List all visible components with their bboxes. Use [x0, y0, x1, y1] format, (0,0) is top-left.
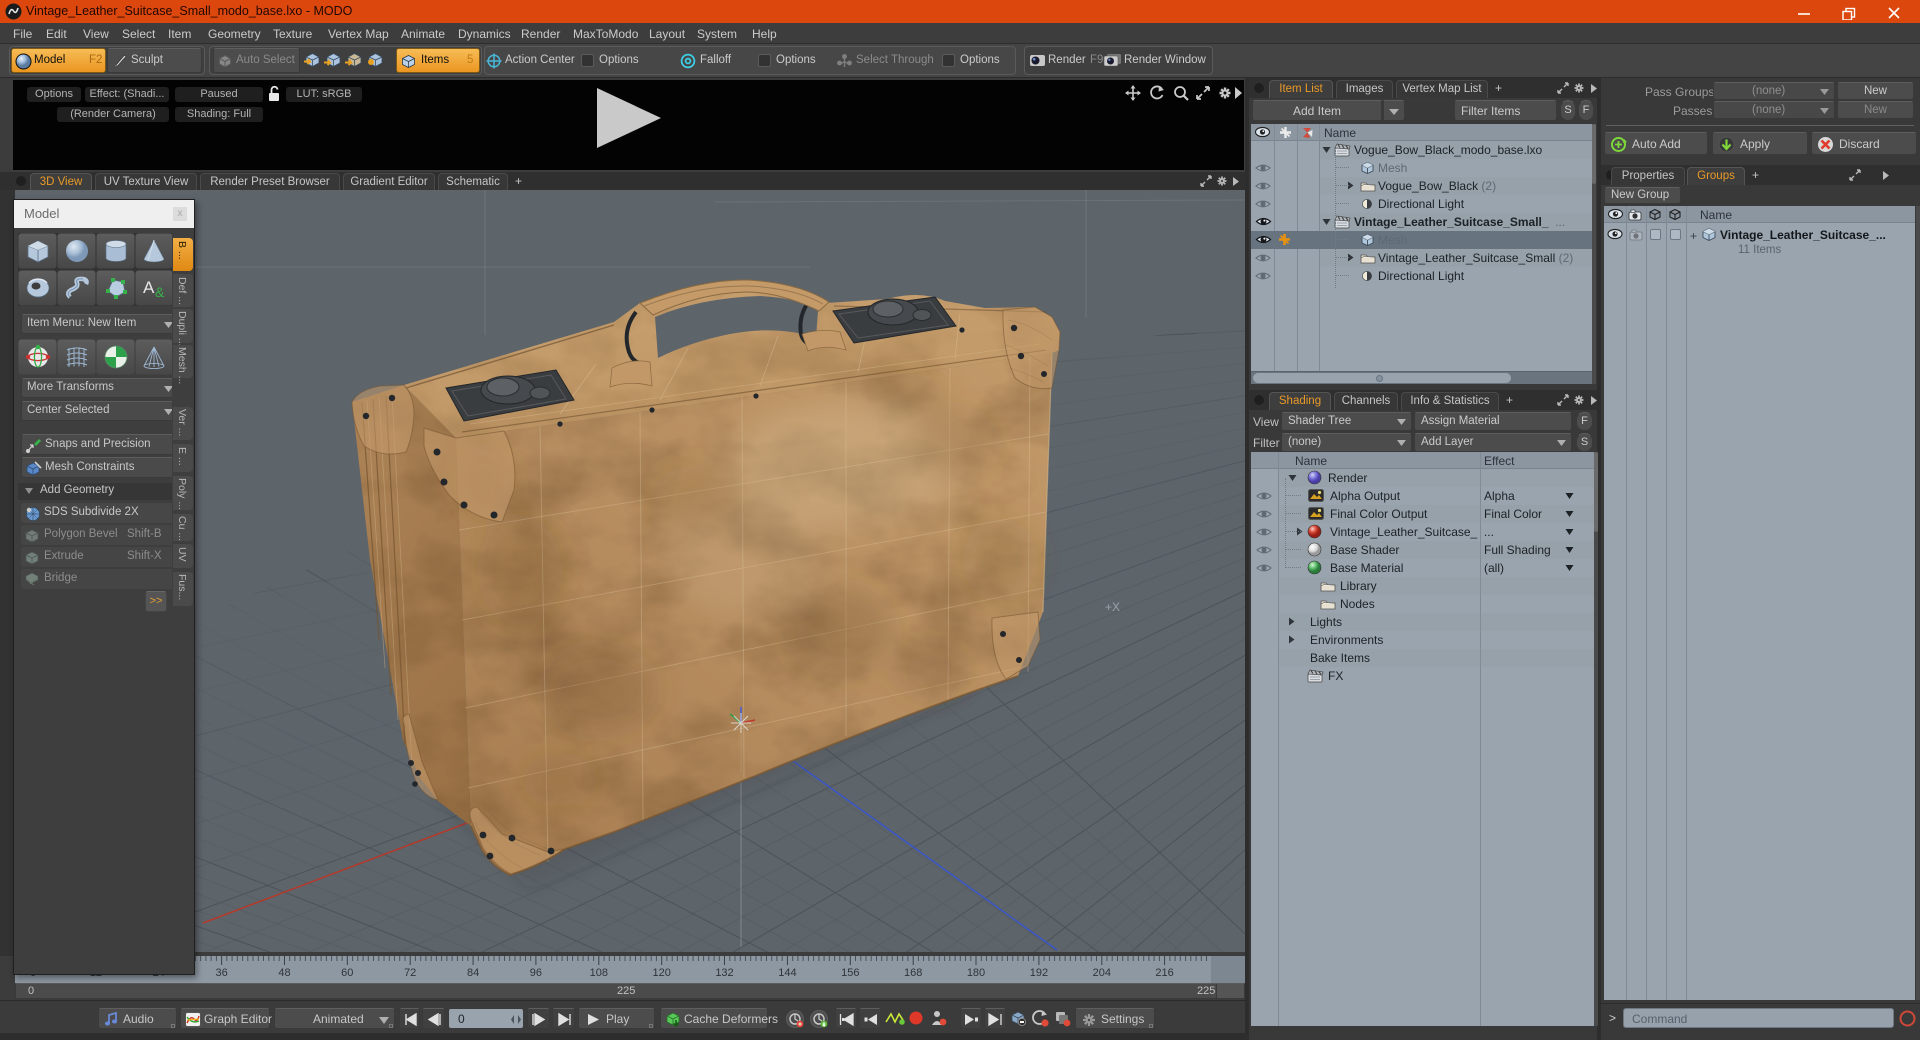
svg-text:216: 216: [1155, 967, 1173, 979]
svg-text:36: 36: [215, 967, 227, 979]
svg-text:108: 108: [590, 967, 608, 979]
svg-text:+X: +X: [1105, 600, 1120, 614]
svg-text:156: 156: [841, 967, 859, 979]
svg-text:&: &: [155, 284, 165, 300]
svg-text:48: 48: [278, 967, 290, 979]
svg-text:180: 180: [967, 967, 985, 979]
svg-text:72: 72: [404, 967, 416, 979]
svg-text:204: 204: [1093, 967, 1111, 979]
svg-text:60: 60: [341, 967, 353, 979]
svg-text:120: 120: [653, 967, 671, 979]
svg-text:A: A: [143, 278, 155, 297]
svg-text:96: 96: [530, 967, 542, 979]
svg-text:144: 144: [778, 967, 796, 979]
svg-text:84: 84: [467, 967, 479, 979]
svg-text:192: 192: [1030, 967, 1048, 979]
svg-text:168: 168: [904, 967, 922, 979]
svg-text:132: 132: [715, 967, 733, 979]
